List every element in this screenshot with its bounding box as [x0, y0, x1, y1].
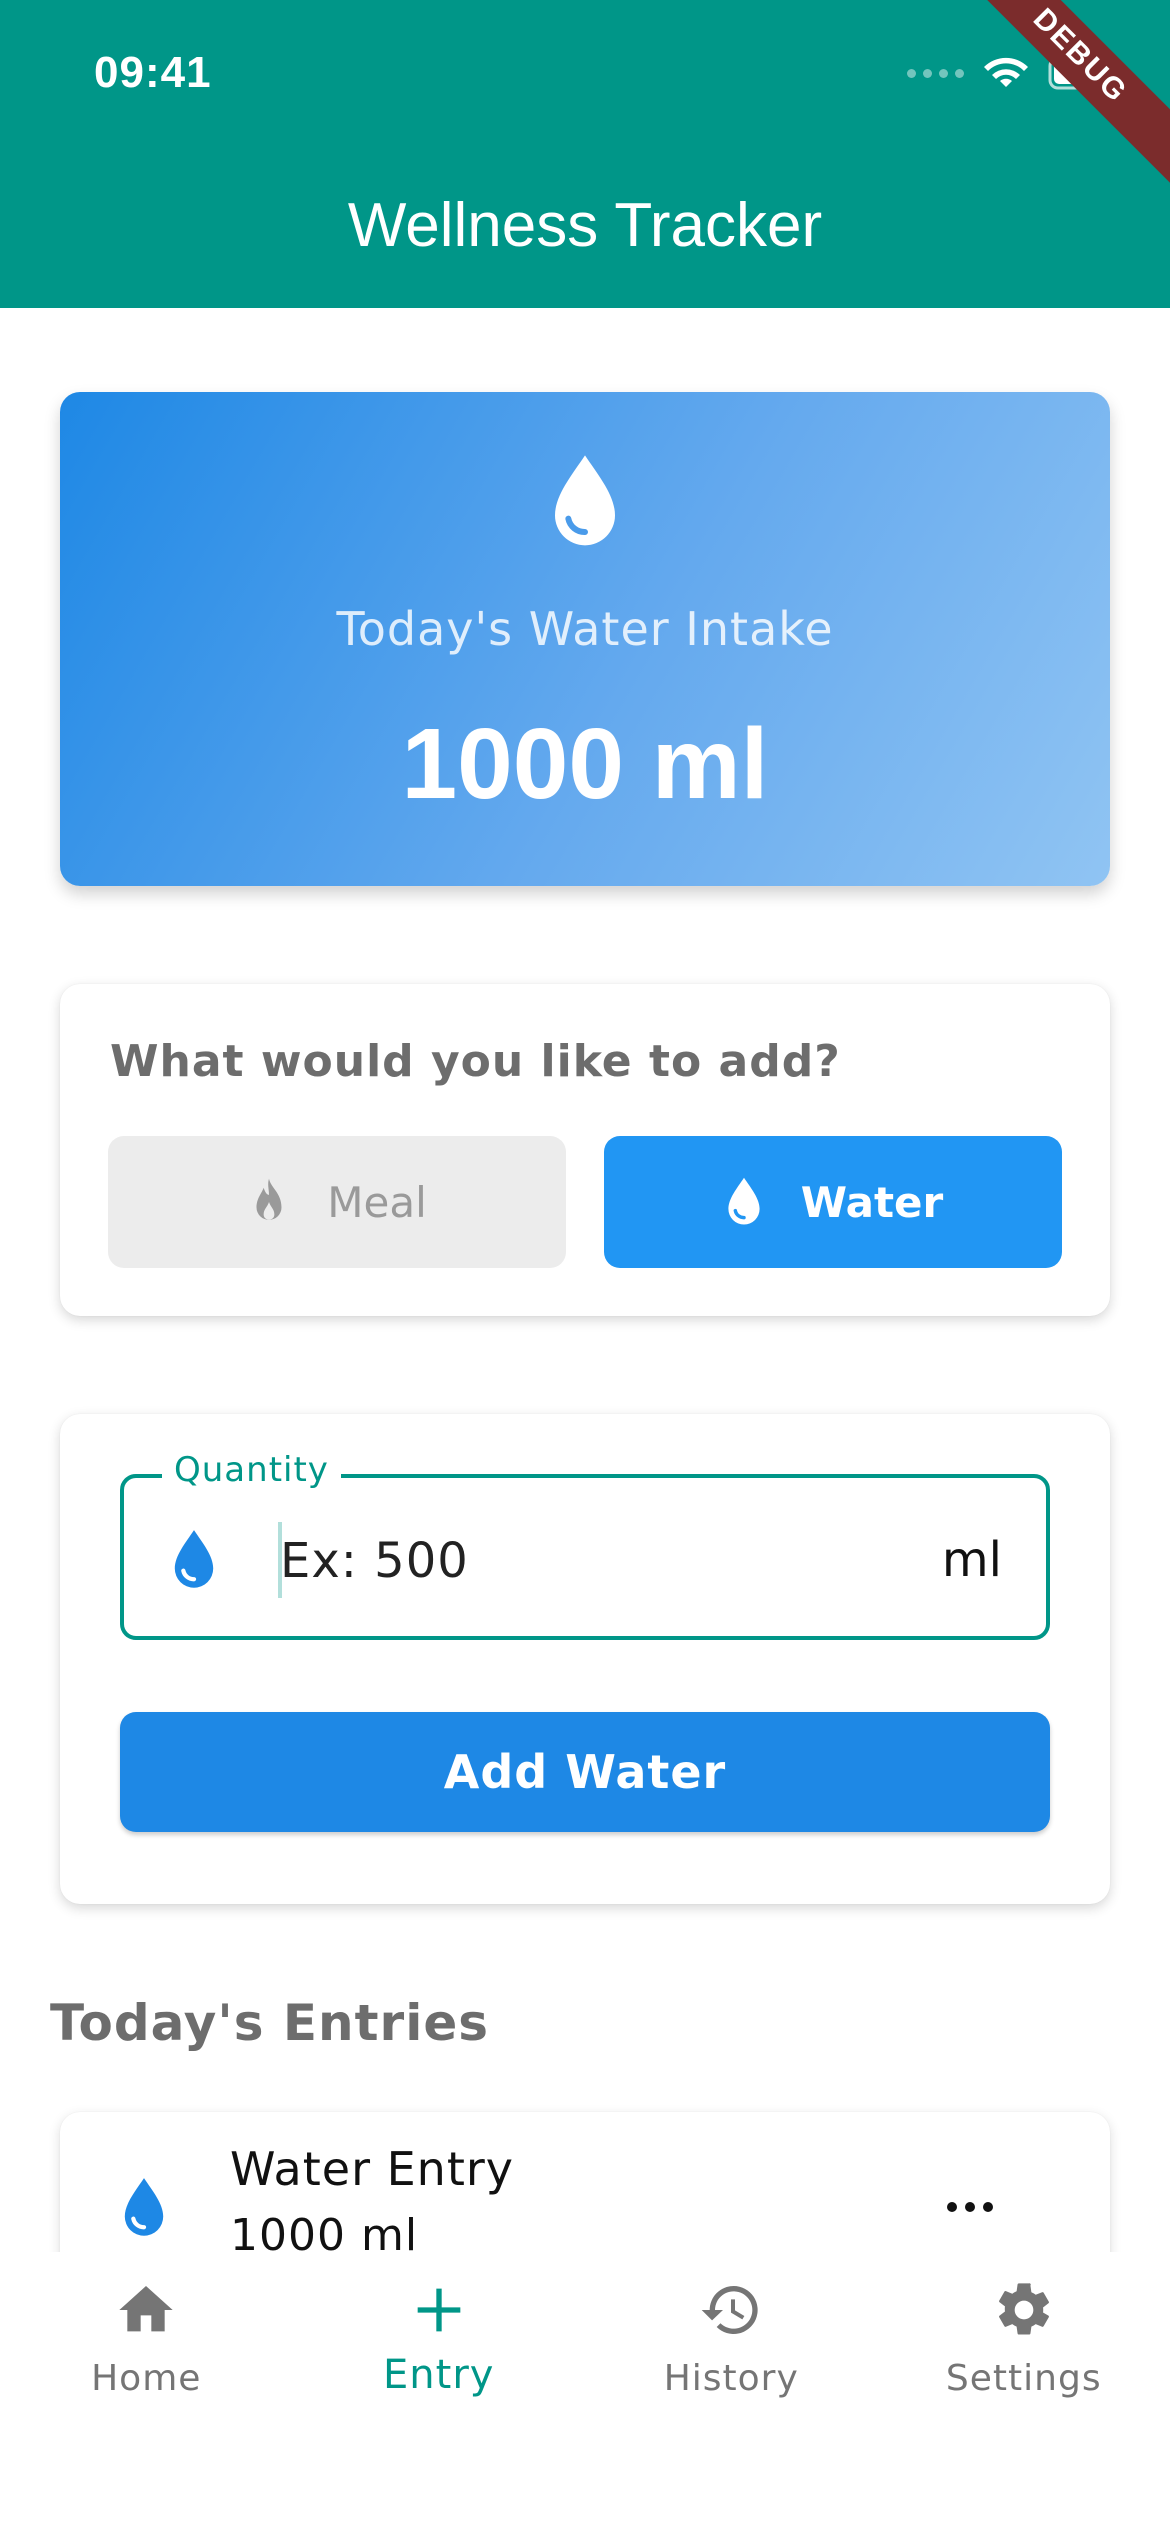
- flame-icon: [256, 1178, 282, 1220]
- home-icon: [119, 2286, 173, 2332]
- water-button-label: Water: [800, 1177, 944, 1227]
- nav-item-settings[interactable]: Settings: [878, 2252, 1170, 2532]
- nav-label-entry: Entry: [383, 2352, 495, 2398]
- bottom-navigation: Home Entry History Settings: [0, 2252, 1170, 2532]
- nav-label-history: History: [663, 2358, 799, 2399]
- summary-value: 1000 ml: [401, 708, 769, 820]
- entry-title: Water Entry: [230, 2142, 514, 2196]
- more-options-icon[interactable]: [930, 2182, 1010, 2232]
- nav-label-home: Home: [91, 2358, 202, 2399]
- nav-item-history[interactable]: History: [585, 2252, 878, 2532]
- status-time: 09:41: [94, 48, 212, 97]
- quantity-input[interactable]: [280, 1526, 900, 1596]
- quantity-label: Quantity: [162, 1450, 341, 1490]
- meal-button-label: Meal: [327, 1177, 427, 1227]
- list-item[interactable]: Water Entry 1000 ml: [60, 2112, 1110, 2252]
- water-drop-icon: [174, 1530, 214, 1588]
- water-drop-icon: [555, 455, 615, 546]
- gear-icon: [998, 2283, 1049, 2335]
- add-water-button[interactable]: Add Water: [120, 1712, 1050, 1832]
- app-title: Wellness Tracker: [347, 191, 823, 260]
- nav-label-settings: Settings: [945, 2358, 1102, 2399]
- water-summary-card: Today's Water Intake 1000 ml: [60, 392, 1110, 886]
- nav-item-entry[interactable]: Entry: [293, 2252, 586, 2532]
- entry-type-card: What would you like to add? Meal Water: [60, 984, 1110, 1316]
- wifi-icon: [984, 57, 1028, 87]
- water-drop-icon: [728, 1177, 760, 1225]
- plus-icon: [417, 2288, 461, 2332]
- water-drop-icon: [124, 2178, 164, 2236]
- water-button[interactable]: Water: [604, 1136, 1062, 1268]
- signal-icon: [907, 68, 964, 78]
- quantity-card: Quantity ml Add Water: [60, 1414, 1110, 1904]
- entries-list: Water Entry 1000 ml: [0, 2100, 1170, 2252]
- entry-amount: 1000 ml: [230, 2210, 419, 2252]
- app-bar: 09:41 Wellness Tracker DEBUG: [0, 0, 1170, 308]
- entries-title: Today's Entries: [50, 1994, 489, 2052]
- entry-type-title: What would you like to add?: [110, 1036, 841, 1087]
- meal-button[interactable]: Meal: [108, 1136, 566, 1268]
- quantity-field[interactable]: Quantity ml: [120, 1450, 1050, 1640]
- summary-label: Today's Water Intake: [336, 602, 834, 656]
- history-icon: [701, 2286, 758, 2334]
- quantity-unit: ml: [941, 1532, 1002, 1588]
- nav-item-home[interactable]: Home: [0, 2252, 293, 2532]
